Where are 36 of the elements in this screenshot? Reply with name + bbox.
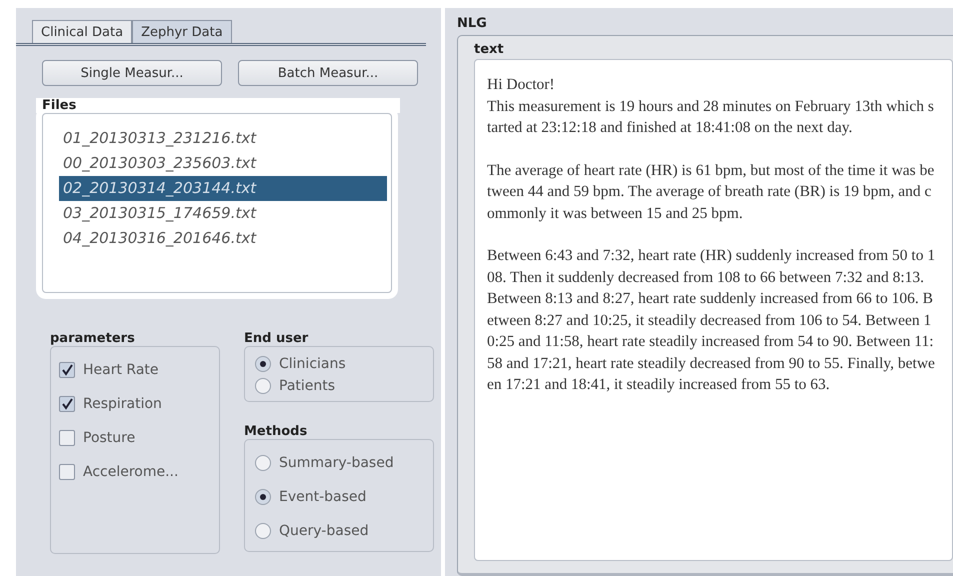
paragraph: This measurement is 19 hours and 28 minutes on February 13th which started at 23:12:18 and finished at 18:41:08 on the next day. [487, 96, 935, 138]
button[interactable]: Batch Measur... [238, 60, 418, 86]
checkbox[interactable] [59, 396, 75, 412]
panel-title: NLG [457, 16, 488, 31]
option-label: Summary-based [279, 455, 394, 471]
group-title: text [474, 42, 505, 57]
option-label: Event-based [279, 489, 366, 505]
button[interactable]: Single Measur... [42, 60, 222, 86]
paragraph: The average of heart rate (HR) is 61 bpm, but most of the time it was between 44 and 59 bpm. The average of breath rate (BR) is 19 bpm, and commonly it was between 15 and 25 bpm. [487, 160, 936, 224]
option-label: Query-based [279, 523, 369, 539]
radio-button[interactable] [255, 356, 271, 372]
file-item[interactable]: 04_20130316_201646.txt [59, 226, 387, 251]
option-label: Heart Rate [83, 362, 159, 378]
group-title: End user [244, 331, 310, 346]
file-item[interactable]: 03_20130315_174659.txt [59, 201, 387, 226]
option-label: Respiration [83, 396, 162, 412]
radio-button[interactable] [255, 455, 271, 471]
tab[interactable]: Clinical Data [32, 20, 132, 43]
option-label: Accelerome... [83, 464, 178, 480]
greeting-text: Hi Doctor! [487, 75, 556, 95]
file-item[interactable]: 01_20130313_231216.txt [59, 126, 387, 151]
checkbox[interactable] [59, 430, 75, 446]
option-label: Patients [279, 378, 336, 394]
option-label: Posture [83, 430, 136, 446]
checkbox[interactable] [59, 362, 75, 378]
file-item[interactable]: 02_20130314_203144.txt [59, 176, 387, 201]
file-item[interactable]: 00_20130303_235603.txt [59, 151, 387, 176]
tab[interactable]: Zephyr Data [132, 20, 232, 43]
group-title: parameters [50, 331, 136, 346]
radio-button[interactable] [255, 489, 271, 505]
radio-button[interactable] [255, 378, 271, 394]
paragraph: Between 6:43 and 7:32, heart rate (HR) suddenly increased from 50 to 108. Then it suddenly decreased from 108 to 66 between 7:32 and 8:13. Between 8:13 and 8:27, heart rate suddenly increased from 66 to 106. Between 8:27 and 10:25, it steadily decreased from 106 to 54. Between 10:25 and 11:58, heart rate steadily increased from 54 to 90. Between 11:58 and 17:21, heart rate steadily decreased from 90 to 55. Finally, between 17:21 and 18:41, it steadily increased from 55 to 63. [487, 246, 936, 395]
checkbox[interactable] [59, 464, 75, 480]
radio-button[interactable] [255, 523, 271, 539]
group-title: Methods [244, 424, 308, 439]
option-label: Clinicians [279, 356, 346, 372]
